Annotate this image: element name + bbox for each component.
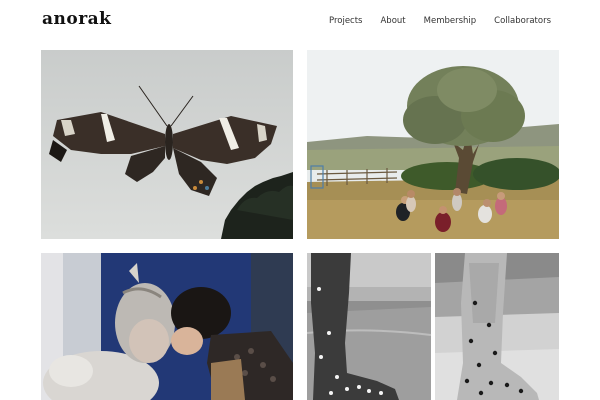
gallery-tile-costumes[interactable] <box>41 253 293 400</box>
costumes-image <box>41 253 293 400</box>
gallery-tile-legs[interactable] <box>307 253 559 400</box>
nav-link-about[interactable]: About <box>380 16 405 26</box>
site-header: anorak Projects About Membership Collabo… <box>0 0 600 44</box>
gallery-tile-meadow[interactable] <box>307 50 559 239</box>
nav-link-collaborators[interactable]: Collaborators <box>494 16 551 26</box>
main-nav: Projects About Membership Collaborators <box>329 16 551 26</box>
butterfly-image <box>41 50 293 239</box>
gallery-tile-butterfly[interactable] <box>41 50 293 239</box>
site-logo[interactable]: anorak <box>42 9 111 29</box>
meadow-image <box>307 50 559 239</box>
legs-image <box>307 253 559 400</box>
nav-link-projects[interactable]: Projects <box>329 16 363 26</box>
nav-link-membership[interactable]: Membership <box>424 16 477 26</box>
